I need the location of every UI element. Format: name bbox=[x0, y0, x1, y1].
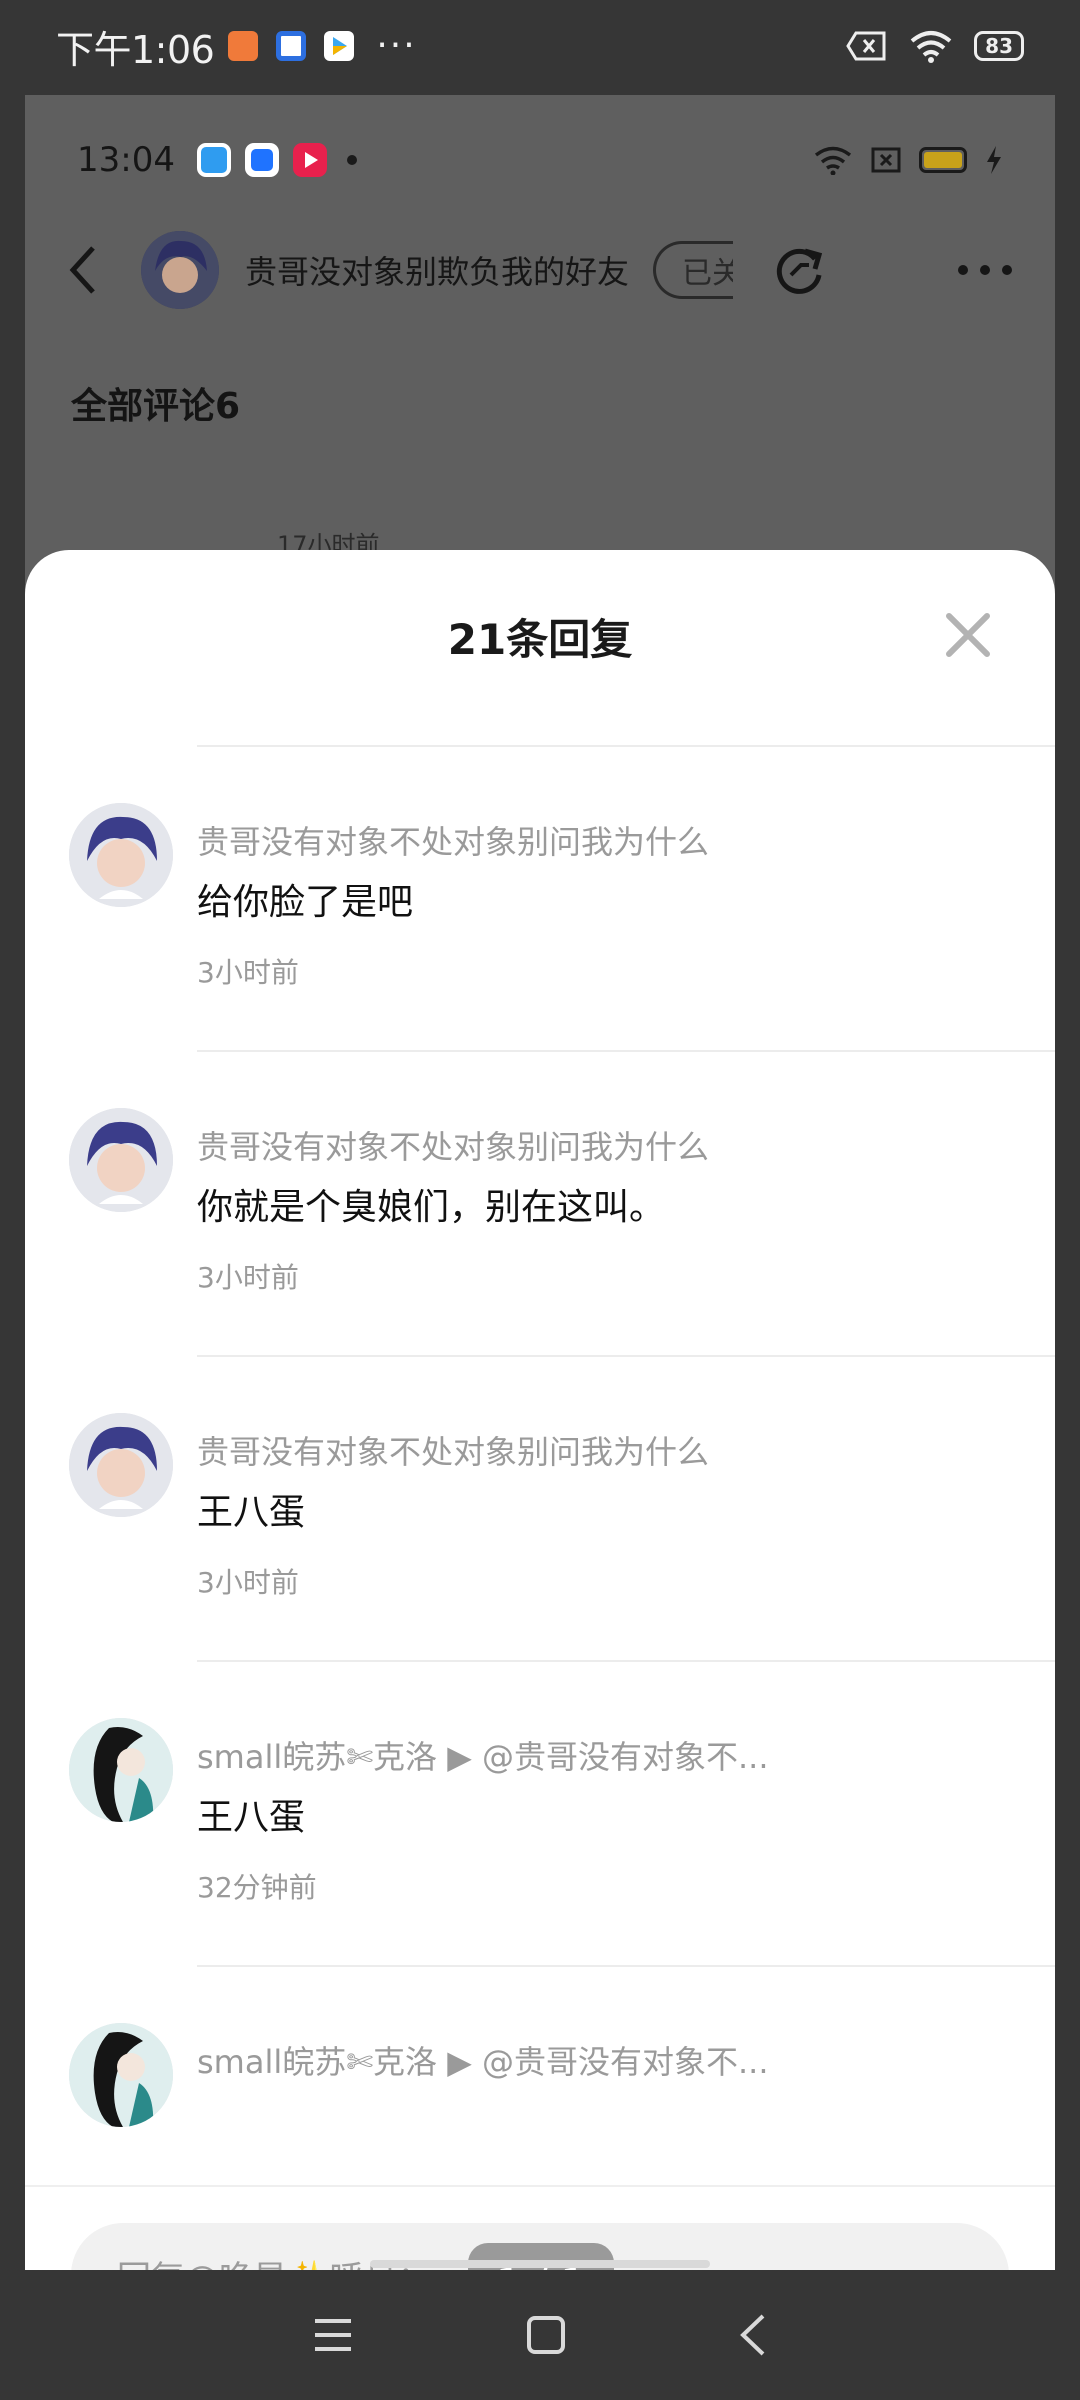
replies-sheet: 21条回复 贵哥没有对象不处对象别问我为什么 给你脸了是吧 3小时前 贵哥没有对… bbox=[25, 550, 1055, 2270]
inner-wifi-icon bbox=[814, 146, 852, 175]
reply-item[interactable]: 贵哥没有对象不处对象别问我为什么 你就是个臭娘们，别在这叫。 3小时前 bbox=[69, 1050, 1055, 1355]
share-icon[interactable] bbox=[771, 241, 829, 299]
reply-avatar[interactable] bbox=[69, 803, 173, 907]
post-header: 贵哥没对象别欺负我的好友 已关 bbox=[25, 205, 1055, 335]
all-comments-heading: 全部评论6 bbox=[71, 386, 241, 427]
more-notifications-icon: ··· bbox=[376, 25, 417, 66]
orange-app-icon bbox=[228, 31, 259, 61]
sim-blocked-icon bbox=[846, 31, 886, 61]
reply-item[interactable]: 贵哥没有对象不处对象别问我为什么 给你脸了是吧 3小时前 bbox=[69, 745, 1055, 1050]
follow-status-button[interactable]: 已关 bbox=[653, 241, 734, 299]
inner-sim-blocked-icon bbox=[871, 147, 901, 173]
back-icon[interactable] bbox=[737, 2312, 769, 2358]
reply-author[interactable]: small皖苏✄克洛 ▶ @贵哥没有对象不... bbox=[197, 2037, 769, 2083]
inner-system-icons bbox=[813, 145, 1003, 175]
blue-app-icon bbox=[276, 31, 307, 61]
reply-item[interactable]: 贵哥没有对象不处对象别问我为什么 王八蛋 3小时前 bbox=[69, 1355, 1055, 1660]
outer-notification-icons bbox=[228, 31, 355, 61]
inner-notification-icons bbox=[196, 143, 357, 177]
reply-time: 3小时前 bbox=[197, 1566, 299, 1599]
reply-time: 32分钟前 bbox=[197, 1871, 317, 1904]
reply-text: 王八蛋 bbox=[197, 1492, 306, 1533]
reply-avatar[interactable] bbox=[69, 1413, 173, 1517]
blue-cube-app-icon bbox=[244, 143, 279, 177]
inner-clock: 13:04 bbox=[77, 140, 175, 180]
sheet-header: 21条回复 bbox=[25, 550, 1055, 750]
reply-author[interactable]: 贵哥没有对象不处对象别问我为什么 bbox=[197, 1122, 709, 1168]
home-icon[interactable] bbox=[525, 2314, 567, 2356]
menu-icon[interactable] bbox=[311, 2315, 355, 2355]
screenshot-frame: 13:04 贵哥没对象别欺负我的好友 已关 全部评论6 17小时前 21条回复 bbox=[25, 95, 1055, 2270]
author-avatar[interactable] bbox=[141, 231, 219, 309]
qq-app-icon bbox=[196, 143, 231, 177]
replies-count-title: 21条回复 bbox=[447, 615, 633, 664]
more-options-icon[interactable] bbox=[955, 263, 1015, 277]
reply-avatar[interactable] bbox=[69, 2023, 173, 2127]
wifi-icon bbox=[910, 31, 952, 63]
outer-system-icons: 83 bbox=[846, 29, 1024, 63]
inner-battery-icon bbox=[919, 147, 967, 173]
reply-item[interactable]: small皖苏✄克洛 ▶ @贵哥没有对象不... 王八蛋 32分钟前 bbox=[69, 1660, 1055, 1965]
reply-text: 给你脸了是吧 bbox=[197, 882, 414, 923]
reply-avatar[interactable] bbox=[69, 1718, 173, 1822]
video-app-icon bbox=[292, 143, 327, 177]
play-store-icon bbox=[324, 31, 355, 61]
reply-list: 贵哥没有对象不处对象别问我为什么 给你脸了是吧 3小时前 贵哥没有对象不处对象别… bbox=[25, 745, 1055, 2270]
close-icon[interactable] bbox=[941, 608, 995, 662]
outer-clock: 下午1:06 bbox=[56, 27, 215, 72]
back-arrow-icon[interactable] bbox=[65, 244, 101, 296]
reply-author[interactable]: 贵哥没有对象不处对象别问我为什么 bbox=[197, 1427, 709, 1473]
notification-dot bbox=[346, 155, 357, 165]
reply-author[interactable]: 贵哥没有对象不处对象别问我为什么 bbox=[197, 817, 709, 863]
charging-bolt-icon bbox=[987, 146, 1001, 174]
reply-time: 3小时前 bbox=[197, 956, 299, 989]
reply-author[interactable]: small皖苏✄克洛 ▶ @贵哥没有对象不... bbox=[197, 1732, 769, 1778]
battery-indicator: 83 bbox=[974, 31, 1024, 61]
reply-text: 王八蛋 bbox=[197, 1797, 306, 1838]
post-title[interactable]: 贵哥没对象别欺负我的好友 bbox=[245, 247, 629, 293]
outer-status-bar: 下午1:06 ··· 83 bbox=[0, 0, 1080, 92]
reply-avatar[interactable] bbox=[69, 1108, 173, 1212]
reply-time: 3小时前 bbox=[197, 1261, 299, 1294]
gesture-bar bbox=[370, 2260, 710, 2268]
system-nav-bar bbox=[0, 2270, 1080, 2400]
reply-text: 你就是个臭娘们，别在这叫。 bbox=[197, 1187, 666, 1228]
